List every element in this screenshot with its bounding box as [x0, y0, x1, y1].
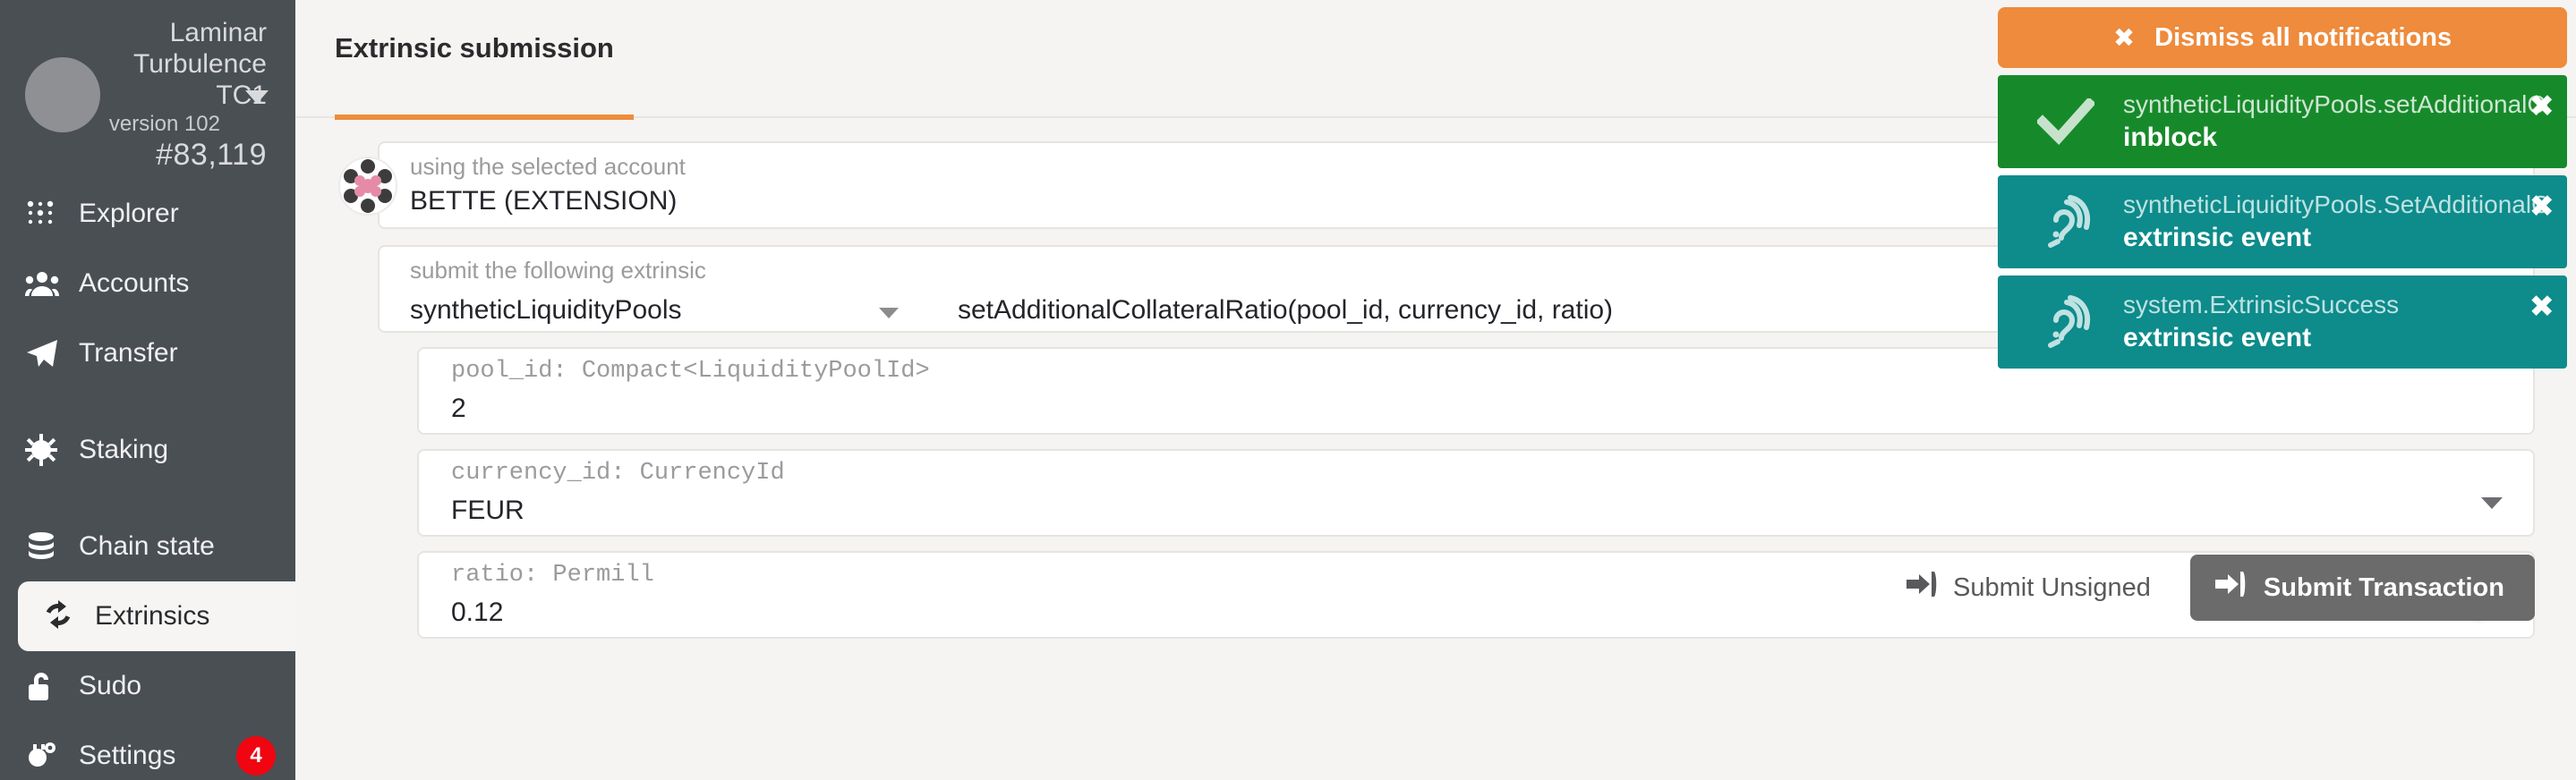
submit-unsigned-label: Submit Unsigned	[1953, 572, 2151, 602]
ear-listen-icon	[2014, 195, 2118, 249]
sidebar-item-transfer[interactable]: Transfer	[0, 318, 295, 388]
notification-subtitle: extrinsic event	[2123, 323, 2312, 352]
sunburst-icon	[25, 434, 72, 466]
status-badge: 4	[236, 736, 276, 776]
sidebar-item-label: Chain state	[79, 531, 215, 561]
apps-grid-icon	[25, 198, 72, 230]
sidebar-item-label: Staking	[79, 435, 169, 464]
notification-text: system.ExtrinsicSuccess extrinsic event	[2118, 289, 2547, 355]
param-type-label: currency_id: CurrencyId	[451, 460, 785, 487]
param-type-label: pool_id: Compact<LiquidityPoolId>	[451, 358, 930, 385]
app-root: Laminar Turbulence TC1 version 102 #83,1…	[0, 0, 2576, 780]
param-type-label: ratio: Permill	[451, 562, 654, 589]
action-bar: Submit Unsigned Submit Transaction	[1898, 555, 2535, 621]
unlock-icon	[25, 670, 72, 702]
users-icon	[25, 268, 72, 299]
notification-stack: ✖ Dismiss all notifications syntheticLiq…	[1998, 0, 2576, 376]
sidebar-item-accounts[interactable]: Accounts	[0, 249, 295, 318]
chain-info: Laminar Turbulence TC1 version 102 #83,1…	[100, 17, 272, 174]
notification-subtitle: extrinsic event	[2123, 223, 2312, 252]
notification-title: system.ExtrinsicSuccess	[2123, 291, 2400, 318]
sidebar-item-staking[interactable]: Staking	[0, 415, 295, 485]
dismiss-all-notifications-button[interactable]: ✖ Dismiss all notifications	[1998, 7, 2567, 68]
sidebar-item-label: Accounts	[79, 268, 190, 298]
close-x-icon[interactable]: ✖	[2529, 191, 2555, 222]
dismiss-all-label: Dismiss all notifications	[2154, 22, 2452, 52]
polkadot-identicon	[338, 157, 397, 216]
extrinsic-call-select[interactable]: setAdditionalCollateralRatio(pool_id, cu…	[958, 295, 1613, 326]
sidebar-nav: Explorer Accounts Transfer Staking Chain…	[0, 179, 295, 780]
chain-selector[interactable]: Laminar Turbulence TC1 version 102 #83,1…	[0, 0, 295, 172]
sign-in-arrow-icon	[2214, 571, 2246, 605]
chevron-down-icon[interactable]	[879, 308, 899, 318]
notification-item[interactable]: system.ExtrinsicSuccess extrinsic event …	[1998, 276, 2567, 369]
submit-transaction-button[interactable]: Submit Transaction	[2189, 555, 2535, 621]
sidebar-item-label: Transfer	[79, 338, 178, 368]
close-x-icon: ✖	[2112, 22, 2136, 53]
extrinsic-module-select[interactable]: syntheticLiquidityPools	[410, 295, 682, 326]
sidebar: Laminar Turbulence TC1 version 102 #83,1…	[0, 0, 295, 780]
paper-plane-icon	[25, 338, 72, 369]
sidebar-item-label: Extrinsics	[95, 601, 210, 631]
ear-listen-icon	[2014, 295, 2118, 349]
chain-block-number: #83,119	[156, 138, 267, 173]
sidebar-item-sudo[interactable]: Sudo	[0, 651, 295, 721]
database-icon	[25, 531, 72, 562]
chain-avatar	[25, 57, 100, 132]
sidebar-item-label: Settings	[79, 741, 176, 770]
param-value[interactable]: 0.12	[451, 598, 503, 628]
notification-text: syntheticLiquidityPools.SetAdditionalCo …	[2118, 189, 2547, 255]
chain-version: version 102	[108, 111, 220, 136]
sign-in-arrow-icon	[1906, 571, 1937, 605]
chevron-down-icon[interactable]	[245, 89, 269, 104]
notification-title: syntheticLiquidityPools.SetAdditionalCo	[2123, 191, 2547, 218]
check-icon	[2014, 98, 2118, 145]
close-x-icon[interactable]: ✖	[2529, 91, 2555, 122]
chevron-down-icon[interactable]	[2481, 497, 2503, 509]
tab-extrinsic-submission[interactable]: Extrinsic submission	[335, 32, 614, 97]
sidebar-item-explorer[interactable]: Explorer	[0, 179, 295, 249]
sidebar-item-label: Sudo	[79, 671, 142, 700]
submit-unsigned-button[interactable]: Submit Unsigned	[1898, 558, 2160, 617]
notification-title: syntheticLiquidityPools.setAdditionalCo	[2123, 90, 2547, 118]
sidebar-item-settings[interactable]: Settings 4	[0, 721, 295, 780]
param-value[interactable]: 2	[451, 394, 466, 424]
notification-text: syntheticLiquidityPools.setAdditionalCo …	[2118, 89, 2547, 155]
notification-item[interactable]: syntheticLiquidityPools.setAdditionalCo …	[1998, 75, 2567, 168]
notification-subtitle: inblock	[2123, 123, 2218, 152]
close-x-icon[interactable]: ✖	[2529, 292, 2555, 322]
sidebar-item-extrinsics[interactable]: Extrinsics	[18, 581, 295, 651]
sidebar-item-chain-state[interactable]: Chain state	[0, 512, 295, 581]
chain-name: Laminar Turbulence TC1	[133, 17, 267, 111]
submit-transaction-label: Submit Transaction	[2263, 572, 2504, 602]
param-value[interactable]: FEUR	[451, 496, 525, 526]
param-field-currency-id[interactable]: currency_id: CurrencyId FEUR	[417, 449, 2535, 537]
notification-item[interactable]: syntheticLiquidityPools.SetAdditionalCo …	[1998, 175, 2567, 268]
gear-icon	[25, 741, 72, 771]
refresh-icon	[41, 600, 88, 632]
sidebar-item-label: Explorer	[79, 199, 179, 228]
